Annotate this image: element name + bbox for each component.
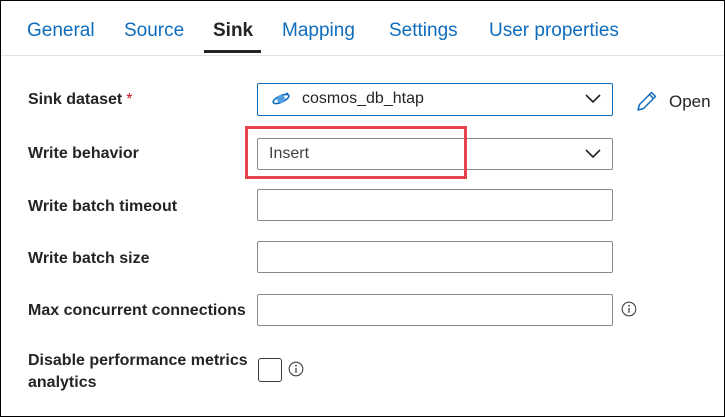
tab-sink[interactable]: Sink [213,19,253,43]
cosmos-db-icon [272,92,290,105]
tab-mapping[interactable]: Mapping [282,19,355,43]
sink-dataset-label: Sink dataset * [28,89,133,111]
sink-dataset-value: cosmos_db_htap [302,90,424,107]
active-tab-indicator [204,50,261,53]
tab-bar: General Source Sink Mapping Settings Use… [1,1,724,56]
tab-user-properties[interactable]: User properties [489,19,619,43]
max-concurrent-connections-input[interactable] [257,294,613,326]
max-concurrent-connections-label: Max concurrent connections [28,302,246,319]
tab-source[interactable]: Source [124,19,184,43]
write-batch-timeout-input[interactable] [257,189,613,221]
info-icon[interactable] [288,361,304,377]
write-behavior-label: Write behavior [28,145,139,162]
tab-general[interactable]: General [27,19,95,43]
disable-perf-metrics-checkbox[interactable] [258,358,282,382]
disable-perf-metrics-label: Disable performance metrics analytics [28,352,248,391]
sink-dataset-label-text: Sink dataset [28,91,123,108]
chevron-down-icon [585,94,601,104]
tab-settings[interactable]: Settings [389,19,458,43]
info-icon[interactable] [621,301,637,317]
highlight-box [245,126,467,179]
sink-panel: General Source Sink Mapping Settings Use… [0,0,725,417]
open-label: Open [669,92,711,111]
write-batch-size-input[interactable] [257,241,613,273]
chevron-down-icon [585,149,601,159]
write-batch-size-label: Write batch size [28,250,150,267]
write-batch-timeout-label: Write batch timeout [28,198,178,215]
pencil-icon [637,91,657,111]
sink-dataset-dropdown[interactable]: cosmos_db_htap [257,83,613,116]
required-asterisk: * [126,91,133,108]
